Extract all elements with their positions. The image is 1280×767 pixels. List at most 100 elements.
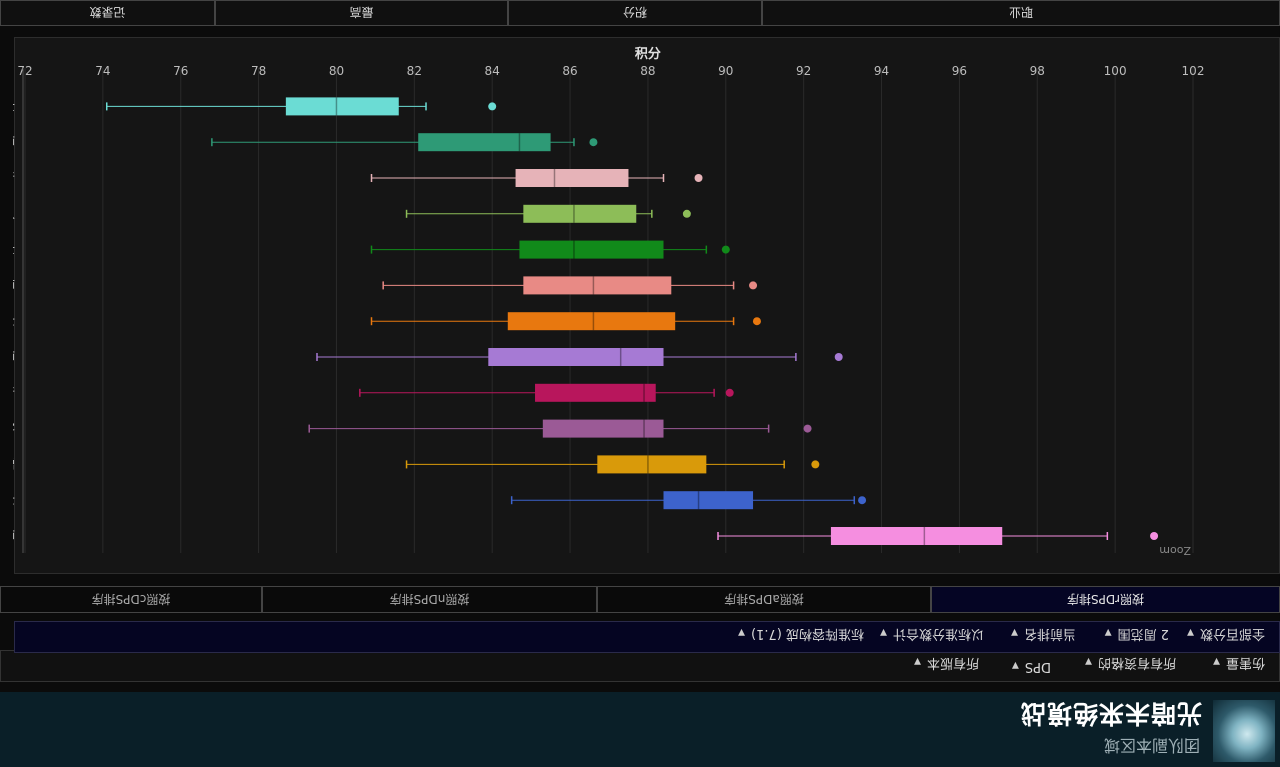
x-tick-label: 84 — [485, 64, 500, 78]
category-label: 舞者 — [13, 171, 15, 185]
boxplot-svg: 72 74 76 78 80 82 84 86 88 90 92 94 96 98 100 102 积分机工士召… — [13, 46, 1205, 553]
x-axis-title: 积分 — [635, 46, 661, 62]
box-iqr — [535, 383, 656, 402]
x-tick-label: 102 — [1182, 64, 1205, 78]
chevron-down-icon: ▼ — [1011, 627, 1018, 637]
outlier-point — [589, 138, 598, 147]
filter-eligibility[interactable]: 所有有资格的 ▼ — [1085, 655, 1176, 674]
header: 光暗未来绝境战 团队副本区域 — [0, 692, 1280, 767]
box-iqr — [663, 491, 754, 510]
outlier-point — [1150, 532, 1159, 540]
category-label: 黑魔法师 — [13, 349, 15, 364]
outlier-point — [752, 317, 761, 326]
zone-logo-icon — [1213, 700, 1275, 762]
box-iqr — [519, 240, 664, 259]
category-label: 武僧 — [13, 457, 15, 471]
x-tick-label: 82 — [407, 64, 422, 78]
filter-timeframe[interactable]: 2 周范围 ▼ — [1105, 626, 1169, 645]
filter-eligibility-label: 所有有资格的 — [1097, 655, 1176, 670]
filter-bar-primary: 伤害量 ▼ 所有有资格的 ▼ DPS ▼ 所有版本 ▼ — [0, 650, 1280, 682]
chevron-down-icon: ▼ — [1213, 656, 1220, 666]
box-iqr — [542, 419, 664, 438]
filter-ranking[interactable]: 当前排名 ▼ — [1011, 626, 1076, 645]
outlier-point — [488, 102, 497, 111]
filter-aggregate-label: 以标准分数合计 — [892, 626, 984, 641]
filter-composition-label: 标准阵容构成 (7.1) — [751, 626, 864, 641]
x-tick-label: 80 — [329, 64, 344, 78]
category-label: 蝰蛇剑士 — [13, 242, 15, 257]
box-iqr — [830, 527, 1003, 545]
outlier-point — [803, 424, 812, 433]
tab-count[interactable]: 记录数 — [0, 0, 215, 26]
filter-metric[interactable]: 伤害量 ▼ — [1213, 655, 1265, 674]
x-tick-label: 90 — [718, 64, 733, 78]
rank-sort-tabs: 按照rDPS排序 按照aDPS排序 按照nDPS排序 按照cDPS排序 — [0, 586, 1280, 613]
score-boxplot-chart: Zoom 72 74 76 78 80 82 84 86 88 90 92 94 96 98 100 102 积… — [13, 37, 1280, 574]
category-label: 龙骑士 — [13, 493, 15, 507]
category-label: 召唤师 — [13, 135, 15, 149]
category-label: 机工士 — [13, 99, 15, 113]
x-tick-label: 94 — [874, 64, 889, 78]
filter-aggregate[interactable]: 以标准分数合计 ▼ — [880, 626, 984, 645]
tab-score[interactable]: 积分 — [508, 0, 762, 26]
x-tick-label: 78 — [251, 64, 266, 78]
column-tabs: 职业 积分 最高 记录数 — [0, 0, 1280, 26]
tab-cdps[interactable]: 按照cDPS排序 — [0, 586, 262, 613]
category-label: 绘灵法师 — [13, 528, 15, 543]
box-iqr — [418, 133, 551, 152]
tab-rdps[interactable]: 按照rDPS排序 — [931, 586, 1280, 613]
chevron-down-icon: ▼ — [1085, 656, 1092, 666]
filter-ranking-label: 当前排名 — [1023, 626, 1076, 641]
category-label: 赤魔法师 — [13, 277, 15, 292]
chevron-down-icon: ▼ — [914, 656, 921, 666]
category-label: 吟游诗人 — [13, 206, 15, 221]
filter-metric-label: 伤害量 — [1225, 655, 1265, 670]
tab-adps[interactable]: 按照aDPS排序 — [597, 586, 931, 613]
chevron-down-icon: ▼ — [1011, 660, 1019, 670]
outlier-point — [858, 496, 867, 505]
filter-role-label: DPS — [1024, 659, 1051, 674]
x-tick-label: 98 — [1030, 64, 1045, 78]
x-tick-label: 76 — [173, 64, 188, 78]
box-iqr — [488, 348, 664, 366]
filter-composition[interactable]: 标准阵容构成 (7.1) ▼ — [738, 626, 864, 645]
outlier-point — [834, 353, 843, 361]
page-title: 光暗未来绝境战 — [1019, 699, 1202, 728]
category-label: 武士 — [13, 314, 15, 328]
tab-ndps[interactable]: 按照nDPS排序 — [262, 586, 597, 613]
x-tick-label: 74 — [95, 64, 110, 78]
chevron-down-icon: ▼ — [1187, 627, 1194, 637]
x-tick-label: 72 — [17, 64, 32, 78]
box-iqr — [523, 204, 637, 223]
box-iqr — [523, 276, 672, 295]
box-iqr — [285, 97, 399, 116]
outlier-point — [725, 388, 734, 397]
chevron-down-icon: ▼ — [738, 627, 746, 637]
filter-role[interactable]: DPS ▼ — [1012, 659, 1051, 674]
filter-bar-secondary: 全部百分数 ▼ 2 周范围 ▼ 当前排名 ▼ 以标准分数合计 ▼ 标准阵容构成 (7.1… — [14, 621, 1280, 653]
tab-job[interactable]: 职业 — [762, 0, 1280, 26]
page-subtitle: 团队副本区域 — [1103, 736, 1200, 755]
filter-version[interactable]: 所有版本 ▼ — [914, 655, 979, 674]
chevron-down-icon: ▼ — [1104, 627, 1112, 637]
x-tick-label: 92 — [796, 64, 811, 78]
x-tick-label: 100 — [1104, 64, 1127, 78]
x-tick-label: 88 — [640, 64, 655, 78]
category-label: 钐镰客 — [13, 421, 15, 436]
outlier-point — [721, 245, 730, 254]
filter-version-label: 所有版本 — [926, 655, 979, 670]
box-iqr — [507, 312, 676, 331]
filter-timeframe-label: 2 周范围 — [1117, 626, 1169, 641]
outlier-point — [694, 174, 703, 182]
x-tick-label: 86 — [562, 64, 577, 78]
outlier-point — [682, 209, 691, 218]
category-label: 忍者 — [13, 386, 15, 400]
chevron-down-icon: ▼ — [880, 627, 887, 637]
filter-percentile-label: 全部百分数 — [1199, 626, 1265, 641]
outlier-point — [749, 281, 758, 290]
filter-percentile[interactable]: 全部百分数 ▼ — [1187, 626, 1265, 645]
box-iqr — [597, 455, 707, 474]
outlier-point — [811, 460, 820, 469]
x-tick-label: 96 — [952, 64, 967, 78]
tab-best[interactable]: 最高 — [215, 0, 508, 26]
